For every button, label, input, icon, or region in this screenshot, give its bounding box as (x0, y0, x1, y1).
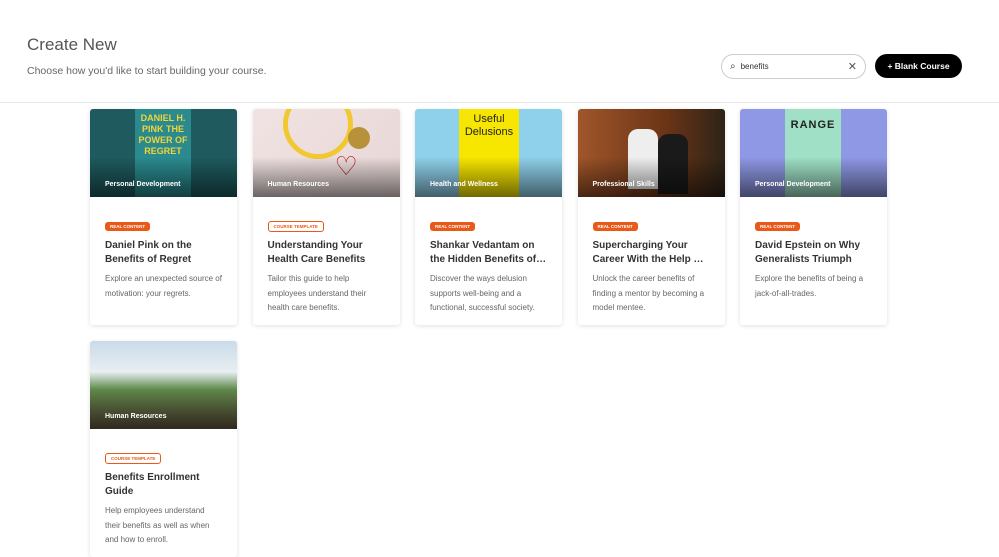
category-label: Personal Development (105, 181, 181, 188)
course-card[interactable]: ♡ Human Resources COURSE TEMPLATE Unders… (252, 109, 400, 325)
category-label: Health and Wellness (430, 181, 498, 188)
course-image: Professional Skills (577, 109, 725, 197)
course-grid: DANIEL H. PINK THE POWER OF REGRET Perso… (90, 109, 887, 557)
course-description: Unlock the career benefits of finding a … (592, 274, 705, 312)
blank-course-button[interactable]: + Blank Course (875, 54, 962, 78)
course-card[interactable]: Professional Skills REAL CONTENT Superch… (577, 109, 725, 325)
category-label: Personal Development (755, 181, 831, 188)
search-icon: ⌕ (730, 61, 736, 72)
course-image: Useful Delusions Health and Wellness (415, 109, 562, 197)
search-box[interactable]: ⌕ ✕ (721, 54, 866, 79)
page-title: Create New (27, 35, 117, 54)
content-badge: REAL CONTENT (105, 222, 151, 231)
course-card[interactable]: Useful Delusions Health and Wellness REA… (415, 109, 562, 325)
page-subtitle: Choose how you'd like to start building … (27, 65, 267, 77)
course-title: David Epstein on Why Generalists Triumph… (755, 240, 861, 265)
course-image: DANIEL H. PINK THE POWER OF REGRET Perso… (90, 109, 237, 197)
course-description: Tailor this guide to help employees unde… (267, 274, 367, 312)
course-image: Human Resources (90, 341, 237, 429)
content-badge: COURSE TEMPLATE (105, 453, 162, 464)
clear-search-icon[interactable]: ✕ (848, 60, 857, 73)
content-badge: COURSE TEMPLATE (267, 221, 324, 232)
content-badge: REAL CONTENT (592, 222, 638, 231)
course-title: Benefits Enrollment Guide (105, 472, 200, 497)
course-description: Help employees understand their benefits… (105, 506, 210, 544)
course-card[interactable]: Human Resources COURSE TEMPLATE Benefits… (90, 341, 237, 557)
course-title: Supercharging Your Career With the Help … (592, 240, 704, 265)
content-badge: REAL CONTENT (755, 222, 801, 231)
course-image: RANGE Personal Development (740, 109, 887, 197)
course-title: Daniel Pink on the Benefits of Regret (105, 240, 192, 265)
page-header: Create New Choose how you'd like to star… (0, 0, 999, 103)
category-label: Human Resources (267, 181, 329, 188)
course-title: Shankar Vedantam on the Hidden Benefits … (430, 240, 547, 265)
course-card[interactable]: DANIEL H. PINK THE POWER OF REGRET Perso… (90, 109, 237, 325)
course-card[interactable]: RANGE Personal Development REAL CONTENT … (740, 109, 887, 325)
category-label: Human Resources (105, 413, 167, 420)
category-label: Professional Skills (592, 181, 655, 188)
content-badge: REAL CONTENT (430, 222, 476, 231)
course-description: Explore the benefits of being a jack-of-… (755, 274, 864, 298)
course-title: Understanding Your Health Care Benefits (267, 240, 366, 265)
course-description: Explore an unexpected source of motivati… (105, 274, 222, 298)
course-description: Discover the ways delusion supports well… (430, 274, 535, 312)
course-image: ♡ Human Resources (252, 109, 400, 197)
search-input[interactable] (740, 62, 848, 71)
